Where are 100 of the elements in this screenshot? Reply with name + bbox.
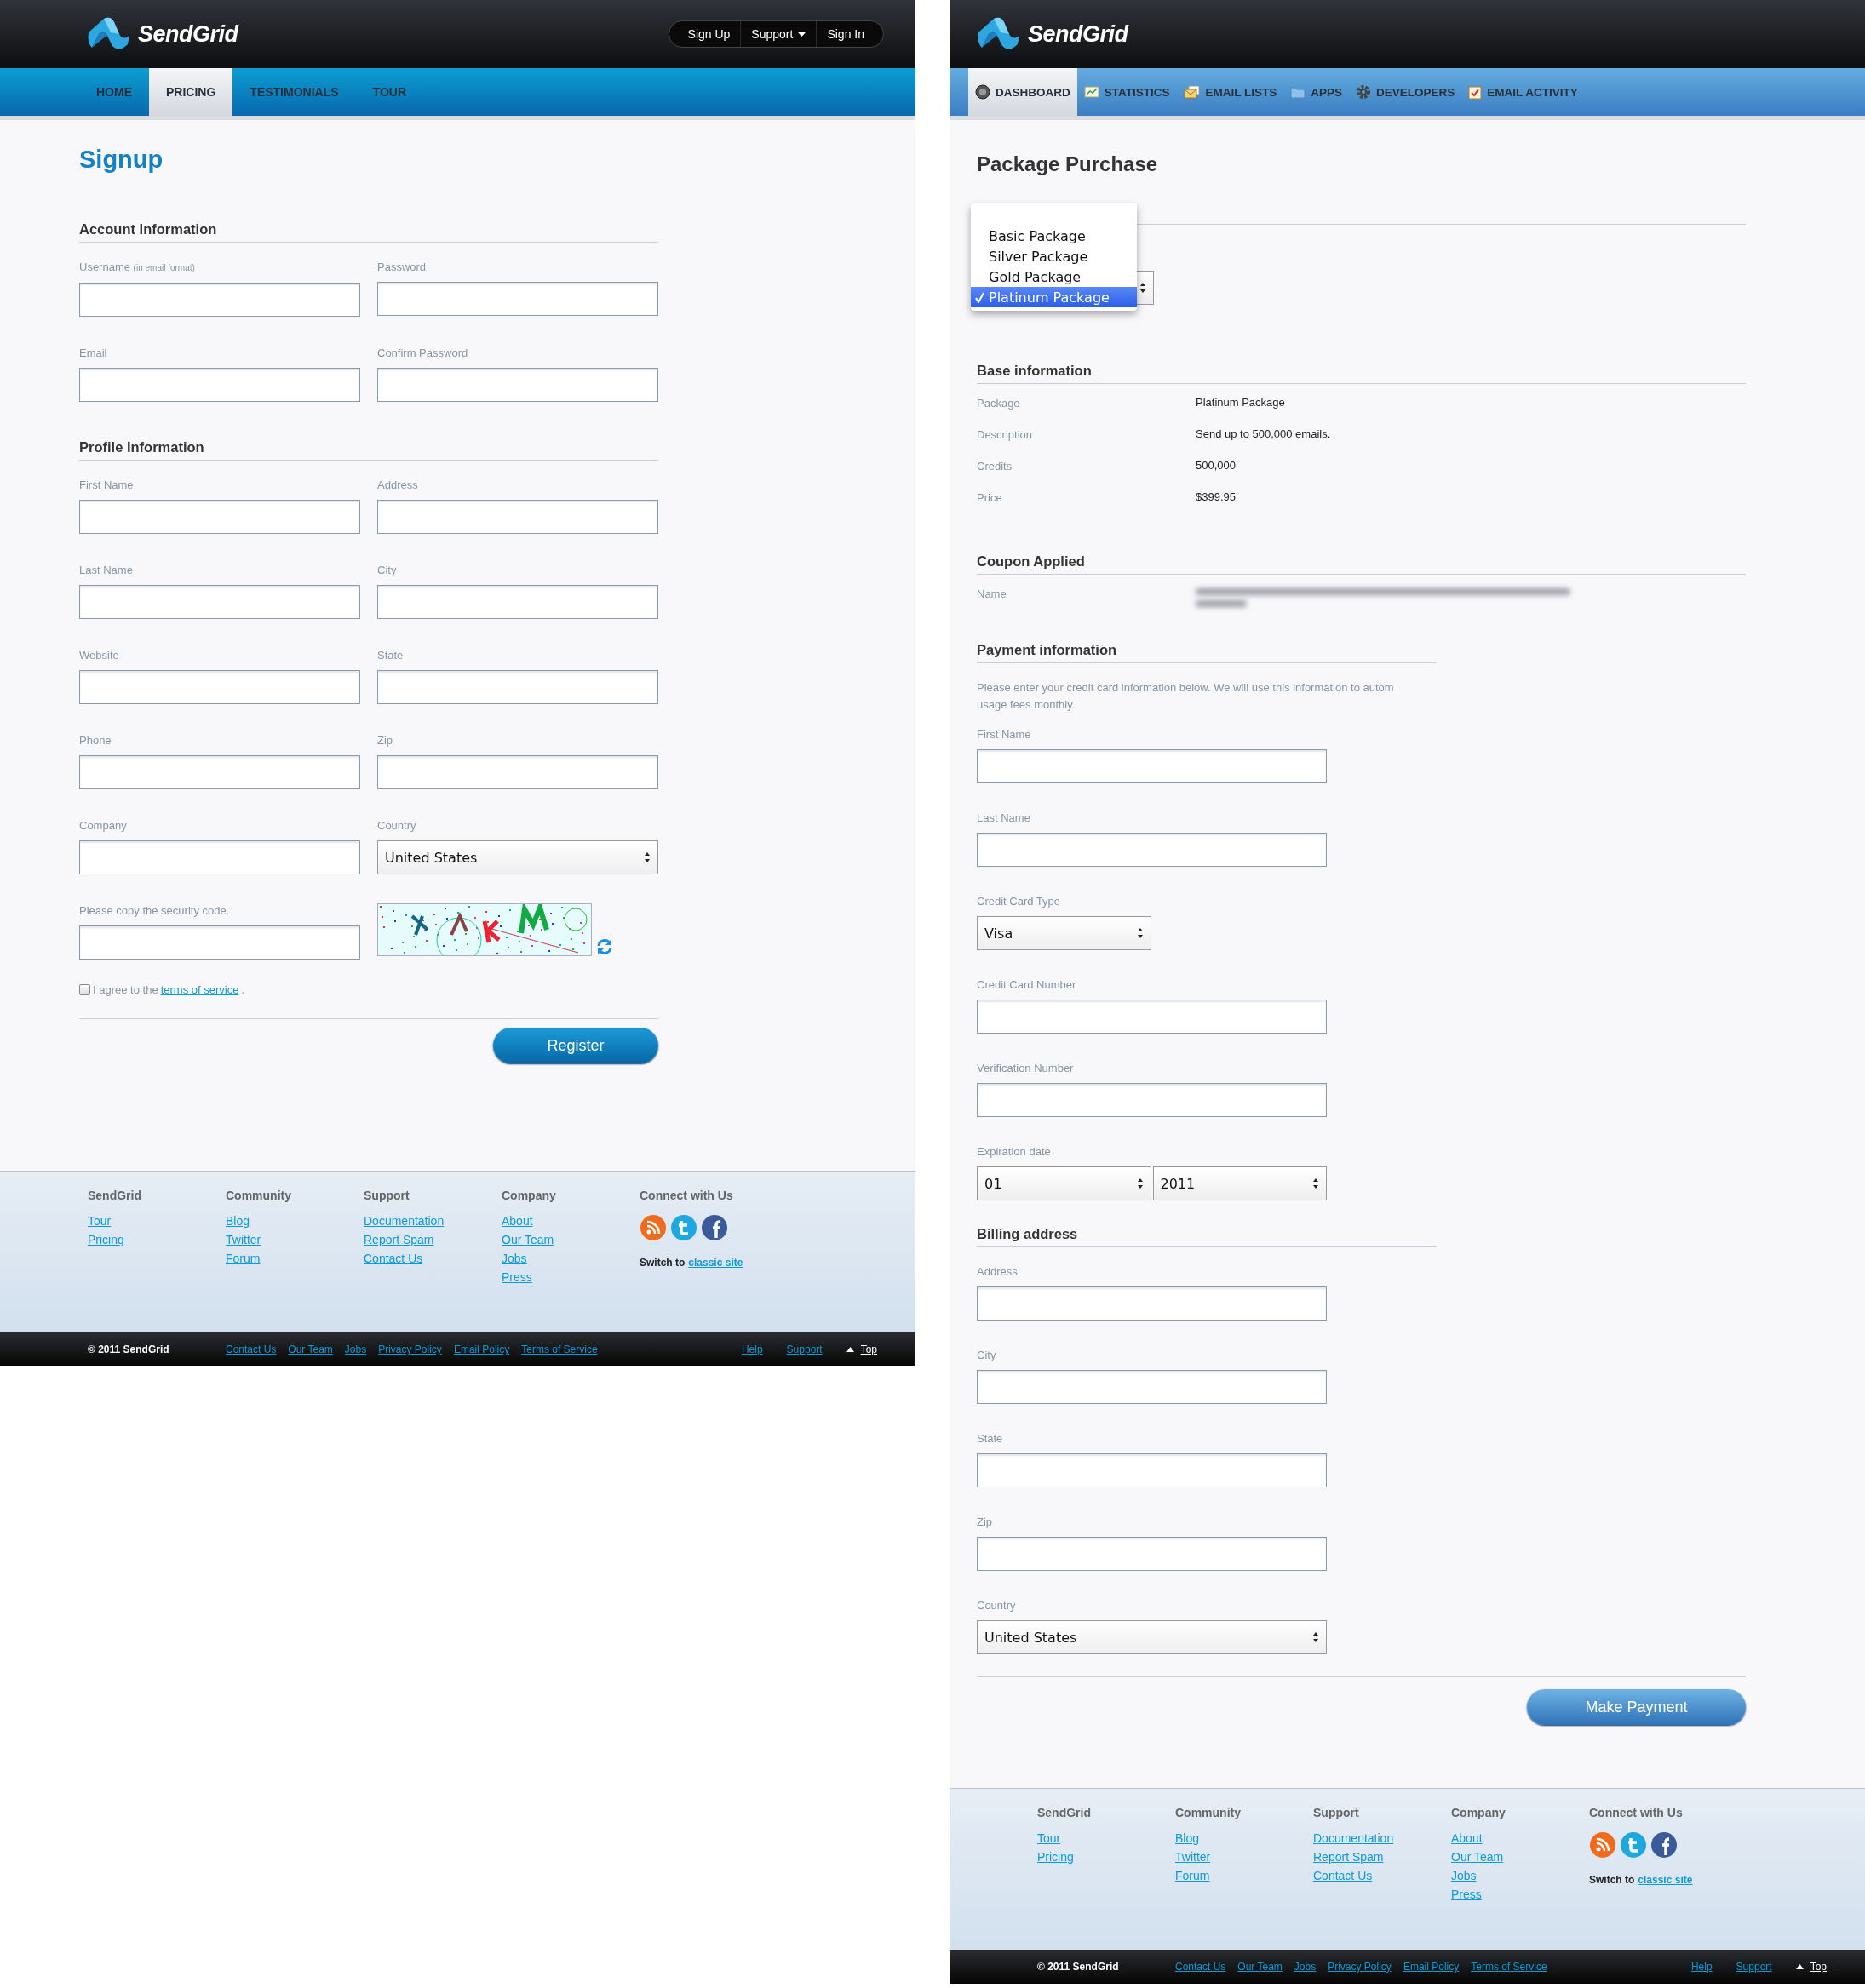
select-field[interactable]: United States bbox=[377, 840, 658, 874]
footer-link[interactable]: Press bbox=[502, 1270, 640, 1284]
input-field[interactable] bbox=[79, 283, 360, 317]
footer-link[interactable]: Twitter bbox=[226, 1233, 364, 1246]
menu-option[interactable]: Basic Package bbox=[971, 226, 1137, 246]
header-link[interactable]: Support bbox=[741, 21, 818, 47]
input-field[interactable] bbox=[377, 368, 658, 402]
nav-tab[interactable]: STATISTICS bbox=[1076, 68, 1177, 116]
terms-link[interactable]: terms of service bbox=[160, 983, 239, 996]
footer-link[interactable]: Jobs bbox=[502, 1252, 640, 1265]
top-link[interactable]: Top bbox=[1810, 1961, 1827, 1973]
select-field[interactable]: 01 bbox=[977, 1166, 1151, 1200]
header-link[interactable]: Sign Up bbox=[677, 21, 742, 47]
nav-tab[interactable]: APPS bbox=[1283, 68, 1350, 116]
register-button[interactable]: Register bbox=[493, 1028, 658, 1063]
header-link[interactable]: Sign In bbox=[817, 21, 875, 47]
select-field[interactable]: 2011 bbox=[1152, 1166, 1327, 1200]
nav-tab[interactable]: DEVELOPERS bbox=[1349, 68, 1462, 116]
menu-option[interactable]: Silver Package bbox=[971, 246, 1137, 266]
bottom-link[interactable]: Jobs bbox=[1294, 1961, 1317, 1973]
section-heading: Payment information bbox=[977, 642, 1437, 663]
bottom-link[interactable]: Contact Us bbox=[1175, 1961, 1226, 1973]
footer-link[interactable]: Tour bbox=[88, 1214, 226, 1228]
footer-link[interactable]: Blog bbox=[1175, 1831, 1313, 1845]
nav-tab[interactable]: EMAIL LISTS bbox=[1176, 68, 1284, 116]
footer-link[interactable]: Our Team bbox=[502, 1233, 640, 1246]
footer-link[interactable]: Pricing bbox=[1037, 1850, 1175, 1864]
rss-icon[interactable] bbox=[1589, 1831, 1616, 1859]
footer-link[interactable]: Twitter bbox=[1175, 1850, 1313, 1864]
footer-link[interactable]: Contact Us bbox=[1313, 1869, 1451, 1882]
input-field[interactable] bbox=[977, 1000, 1327, 1034]
bottom-link[interactable]: Email Policy bbox=[1403, 1961, 1460, 1973]
nav-tab[interactable]: TESTIMONIALS bbox=[232, 68, 356, 116]
input-field[interactable] bbox=[79, 368, 360, 402]
footer-link[interactable]: Documentation bbox=[1313, 1831, 1451, 1845]
classic-site-link[interactable]: classic site bbox=[1638, 1874, 1693, 1886]
bottom-link[interactable]: Terms of Service bbox=[521, 1343, 598, 1355]
bottom-link[interactable]: Terms of Service bbox=[1471, 1961, 1547, 1973]
input-field[interactable] bbox=[377, 282, 658, 316]
input-field[interactable] bbox=[79, 585, 360, 619]
menu-option[interactable]: Gold Package bbox=[971, 266, 1137, 287]
f-letter-icon[interactable] bbox=[1650, 1831, 1678, 1859]
refresh-icon[interactable] bbox=[595, 937, 614, 956]
select-field[interactable]: United States bbox=[977, 1620, 1327, 1654]
input-field[interactable] bbox=[377, 755, 658, 789]
footer-link[interactable]: Our Team bbox=[1451, 1850, 1589, 1864]
footer-link[interactable]: Report Spam bbox=[364, 1233, 502, 1246]
input-field[interactable] bbox=[79, 925, 360, 960]
bottom-link[interactable]: Privacy Policy bbox=[378, 1343, 442, 1355]
bottom-link[interactable]: Jobs bbox=[344, 1343, 367, 1355]
bottom-link[interactable]: Support bbox=[1736, 1961, 1772, 1973]
nav-tab[interactable]: PRICING bbox=[149, 68, 233, 116]
f-letter-icon[interactable] bbox=[701, 1214, 728, 1241]
footer-link[interactable]: Pricing bbox=[88, 1233, 226, 1246]
input-field[interactable] bbox=[977, 833, 1327, 867]
top-link[interactable]: Top bbox=[860, 1343, 877, 1355]
footer-link[interactable]: Contact Us bbox=[364, 1252, 502, 1265]
bottom-link[interactable]: Help bbox=[741, 1343, 763, 1355]
footer-link[interactable]: About bbox=[1451, 1831, 1589, 1845]
input-field[interactable] bbox=[79, 670, 360, 704]
input-field[interactable] bbox=[377, 670, 658, 704]
footer-link[interactable]: Press bbox=[1451, 1888, 1589, 1901]
nav-tab[interactable]: TOUR bbox=[355, 68, 423, 116]
footer-link[interactable]: Jobs bbox=[1451, 1869, 1589, 1882]
select-field[interactable]: Visa bbox=[977, 916, 1151, 950]
input-field[interactable] bbox=[79, 755, 360, 789]
input-field[interactable] bbox=[977, 749, 1327, 783]
footer-link[interactable]: Forum bbox=[226, 1252, 364, 1265]
input-field[interactable] bbox=[977, 1453, 1327, 1487]
input-field[interactable] bbox=[977, 1286, 1327, 1321]
nav-tab[interactable]: EMAIL ACTIVITY bbox=[1461, 68, 1585, 116]
footer-link[interactable]: Blog bbox=[226, 1214, 364, 1228]
input-field[interactable] bbox=[977, 1083, 1327, 1117]
bottom-link[interactable]: Support bbox=[786, 1343, 823, 1355]
bottom-link[interactable]: Email Policy bbox=[453, 1343, 510, 1355]
footer-heading: SendGrid bbox=[1037, 1806, 1092, 1819]
checkbox[interactable] bbox=[79, 984, 90, 995]
input-field[interactable] bbox=[977, 1537, 1327, 1571]
section-heading: Base information bbox=[977, 363, 1746, 384]
classic-site-link[interactable]: classic site bbox=[688, 1257, 743, 1269]
input-field[interactable] bbox=[79, 500, 360, 534]
menu-option[interactable]: Platinum Package bbox=[971, 287, 1137, 307]
input-field[interactable] bbox=[377, 585, 658, 619]
footer-link[interactable]: Report Spam bbox=[1313, 1850, 1451, 1864]
input-field[interactable] bbox=[79, 840, 360, 874]
rss-icon[interactable] bbox=[640, 1214, 667, 1241]
bottom-link[interactable]: Help bbox=[1690, 1961, 1713, 1973]
nav-tab[interactable]: HOME bbox=[79, 68, 149, 116]
input-field[interactable] bbox=[977, 1370, 1327, 1404]
footer-link[interactable]: Documentation bbox=[364, 1214, 502, 1228]
bottom-link[interactable]: Privacy Policy bbox=[1328, 1961, 1392, 1973]
input-field[interactable] bbox=[377, 500, 658, 534]
bottom-link[interactable]: Our Team bbox=[288, 1343, 333, 1355]
bottom-link[interactable]: Contact Us bbox=[226, 1343, 277, 1355]
nav-tab[interactable]: DASHBOARD bbox=[968, 68, 1077, 116]
footer-link[interactable]: Tour bbox=[1037, 1831, 1175, 1845]
footer-link[interactable]: About bbox=[502, 1214, 640, 1228]
make-payment-button[interactable]: Make Payment bbox=[1527, 1689, 1746, 1725]
footer-link[interactable]: Forum bbox=[1175, 1869, 1313, 1882]
bottom-link[interactable]: Our Team bbox=[1237, 1961, 1283, 1973]
